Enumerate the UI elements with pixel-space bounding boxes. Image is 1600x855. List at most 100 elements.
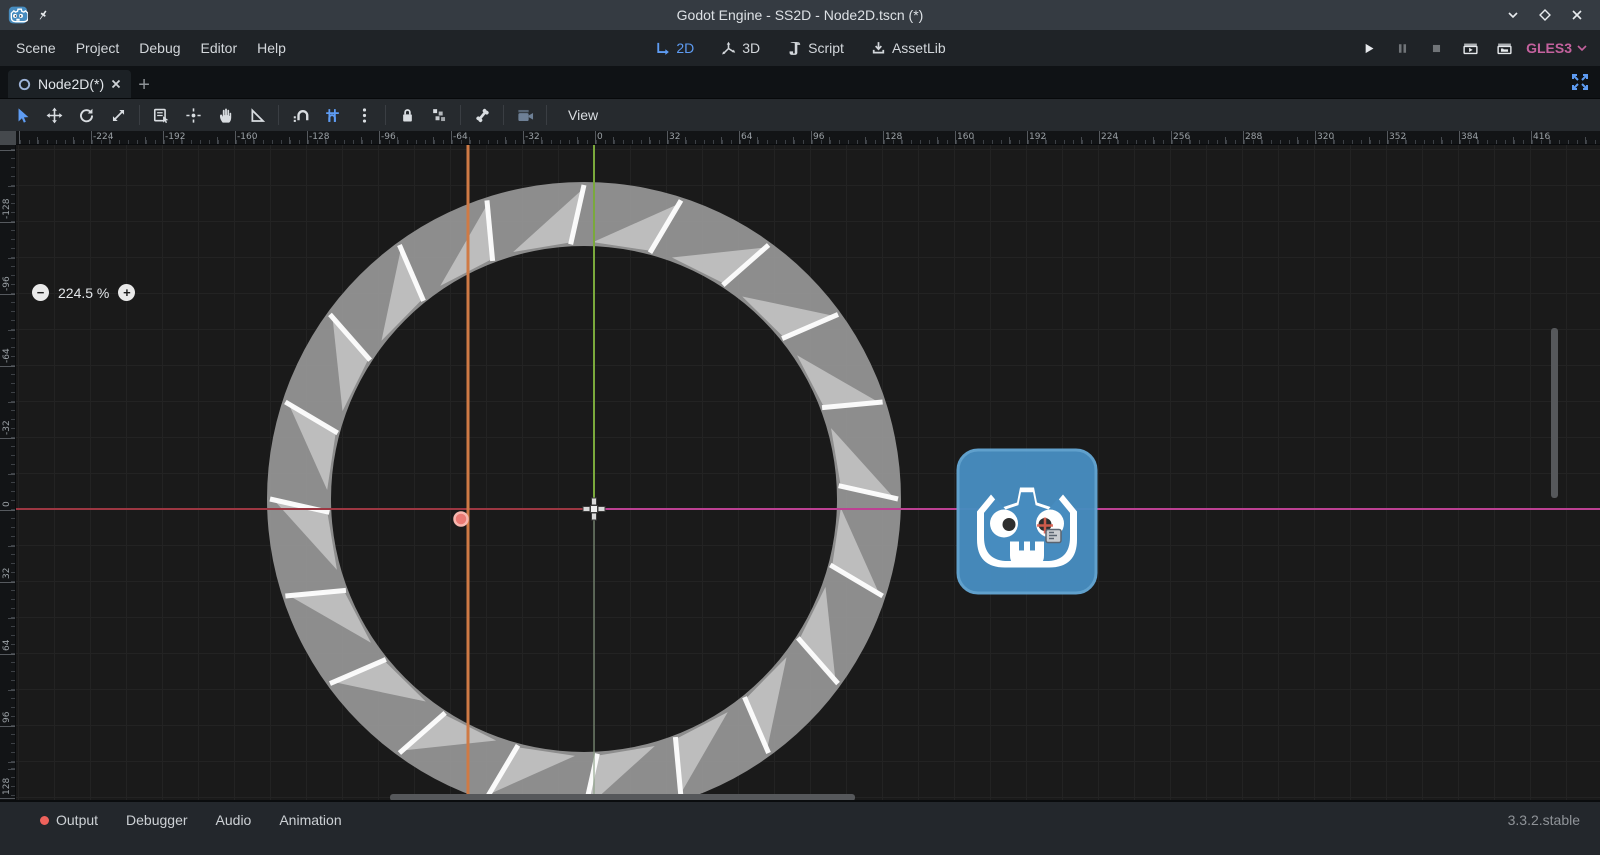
ruler-label: 256 <box>1173 132 1190 142</box>
viewport-canvas[interactable]: -224-192-160-128-96-64-32032649612816019… <box>0 131 1600 800</box>
list-select-tool[interactable] <box>145 101 177 129</box>
horizontal-scrollbar[interactable] <box>390 794 855 800</box>
bottom-panel-audio[interactable]: Audio <box>206 809 262 831</box>
scene-tab-label: Node2D(*) <box>38 76 104 92</box>
grid-snap-toggle[interactable] <box>316 101 348 129</box>
move-icon <box>45 106 64 125</box>
toolbar-separator <box>460 105 461 125</box>
group-button[interactable] <box>423 101 455 129</box>
snap-options-menu[interactable] <box>348 101 380 129</box>
ruler-label: -32 <box>2 420 12 435</box>
grid-snap-icon <box>323 106 342 125</box>
ruler-label: -224 <box>93 132 113 142</box>
workspace-label: Script <box>808 40 844 56</box>
pivot-tool[interactable] <box>177 101 209 129</box>
menu-help[interactable]: Help <box>247 34 296 62</box>
select-tool[interactable] <box>6 101 38 129</box>
origin-gizmo <box>592 498 597 505</box>
ruler-label: 352 <box>1389 132 1406 142</box>
toolbar-separator <box>139 105 140 125</box>
group-icon <box>430 106 449 125</box>
zoom-in-button[interactable]: + <box>118 284 135 301</box>
window-maximize-button[interactable] <box>1536 6 1554 24</box>
skeleton-options-button[interactable] <box>466 101 498 129</box>
view-menu-button[interactable]: View <box>558 103 608 127</box>
toolbar-separator <box>503 105 504 125</box>
renderer-label: GLES3 <box>1526 40 1572 56</box>
window-title: Godot Engine - SS2D - Node2D.tscn (*) <box>0 7 1600 23</box>
pin-icon[interactable] <box>36 7 50 23</box>
ruler-label: 64 <box>2 640 12 651</box>
pause-icon <box>1394 40 1411 57</box>
ruler-label: -128 <box>2 199 12 219</box>
lock-button[interactable] <box>391 101 423 129</box>
ruler-label: 0 <box>597 132 603 142</box>
menu-debug[interactable]: Debug <box>129 34 190 62</box>
control-point-handle[interactable] <box>455 513 468 526</box>
play-scene-button[interactable] <box>1458 36 1482 60</box>
bottom-panel-animation[interactable]: Animation <box>269 809 351 831</box>
godot-icon-sprite[interactable] <box>958 450 1096 593</box>
ruler-icon <box>248 106 267 125</box>
node2d-icon <box>17 77 32 92</box>
play-icon <box>1360 40 1377 57</box>
ruler-corner <box>0 131 16 145</box>
ruler-label: -160 <box>237 132 257 142</box>
scene-tabbar: Node2D(*) + <box>0 66 1600 99</box>
renderer-dropdown[interactable]: GLES3 <box>1526 40 1588 56</box>
ruler-tool[interactable] <box>241 101 273 129</box>
zoom-out-button[interactable]: − <box>32 284 49 301</box>
play-button[interactable] <box>1356 36 1380 60</box>
ruler-label: 320 <box>1317 132 1334 142</box>
zoom-level: 224.5 % <box>58 285 109 301</box>
smart-snap-icon <box>291 106 310 125</box>
workspace-assetlib-button[interactable]: AssetLib <box>862 36 954 61</box>
ruler-label: 128 <box>885 132 902 142</box>
workspace-label: AssetLib <box>892 40 946 56</box>
bottom-panel-output[interactable]: Output <box>30 809 108 831</box>
ruler-label: -128 <box>309 132 329 142</box>
smart-snap-toggle[interactable] <box>284 101 316 129</box>
scale-tool[interactable] <box>102 101 134 129</box>
window-close-button[interactable] <box>1568 6 1586 24</box>
scene-tab-node2d[interactable]: Node2D(*) <box>8 70 131 98</box>
toolbar-separator <box>278 105 279 125</box>
pan-icon <box>216 106 235 125</box>
workspace-2d-button[interactable]: 2D <box>646 36 702 61</box>
vertical-ruler[interactable]: -128-96-64-320326496128 <box>0 145 16 800</box>
ruler-label: 416 <box>1533 132 1550 142</box>
play-custom-scene-icon <box>1496 40 1513 57</box>
menu-scene[interactable]: Scene <box>6 34 66 62</box>
ring-shape[interactable] <box>267 182 901 800</box>
workspace-label: 2D <box>676 40 694 56</box>
horizontal-ruler[interactable]: -224-192-160-128-96-64-32032649612816019… <box>16 131 1600 145</box>
window-minimize-button[interactable] <box>1504 6 1522 24</box>
bottom-panel-debugger[interactable]: Debugger <box>116 809 198 831</box>
menu-editor[interactable]: Editor <box>191 34 248 62</box>
bottom-tab-label: Debugger <box>126 812 188 828</box>
bone-icon <box>473 106 492 125</box>
ruler-label: -64 <box>453 132 468 142</box>
play-custom-scene-button[interactable] <box>1492 36 1516 60</box>
ruler-label: 384 <box>1461 132 1478 142</box>
workspace-2d-icon <box>654 40 671 57</box>
workspace-script-button[interactable]: Script <box>778 36 852 61</box>
ruler-label: -96 <box>381 132 396 142</box>
ruler-label: 0 <box>2 501 12 507</box>
add-scene-tab-button[interactable]: + <box>131 72 157 98</box>
vertical-scrollbar[interactable] <box>1551 328 1558 498</box>
move-tool[interactable] <box>38 101 70 129</box>
workspace-3d-button[interactable]: 3D <box>712 36 768 61</box>
origin-gizmo <box>598 507 605 512</box>
expand-viewport-button[interactable] <box>1570 72 1590 92</box>
pan-tool[interactable] <box>209 101 241 129</box>
workspace-label: 3D <box>742 40 760 56</box>
chevron-down-icon <box>1576 42 1588 54</box>
close-tab-icon[interactable] <box>110 78 122 90</box>
ruler-label: 128 <box>2 778 12 795</box>
select-icon <box>13 106 32 125</box>
override-camera-button <box>509 101 541 129</box>
rotate-tool[interactable] <box>70 101 102 129</box>
menu-project[interactable]: Project <box>66 34 130 62</box>
expand-icon <box>1570 72 1590 92</box>
